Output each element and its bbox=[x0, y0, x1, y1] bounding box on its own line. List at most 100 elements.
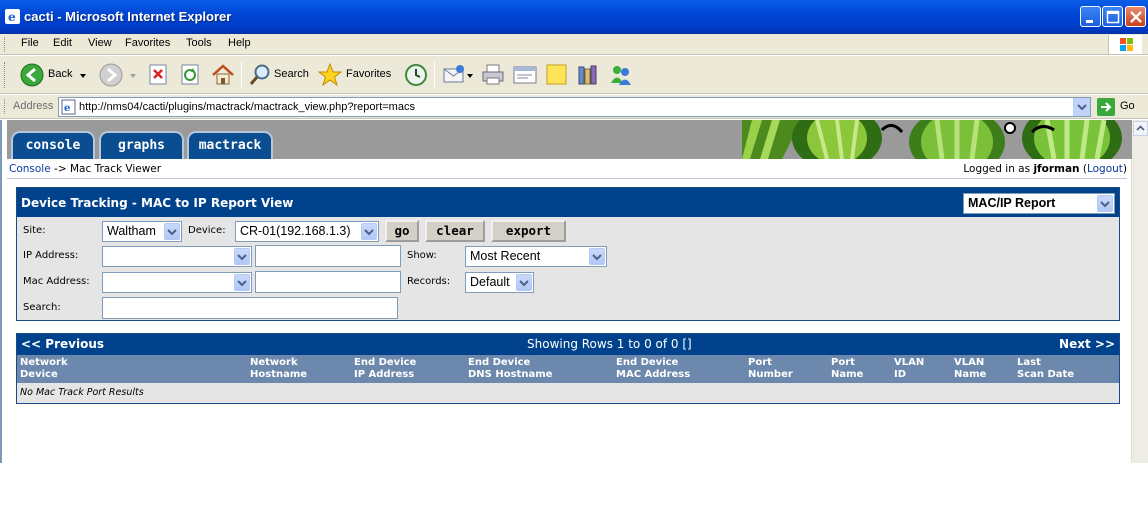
close-window-button[interactable] bbox=[1125, 6, 1146, 27]
menu-view[interactable]: View bbox=[88, 37, 112, 49]
print-button[interactable] bbox=[481, 62, 505, 88]
home-button[interactable] bbox=[211, 62, 235, 88]
device-label: Device: bbox=[188, 225, 226, 236]
ip-match-select[interactable] bbox=[102, 246, 252, 267]
records-label: Records: bbox=[407, 276, 451, 287]
column-label: Port bbox=[748, 357, 772, 368]
results-table: << Previous Showing Rows 1 to 0 of 0 [] … bbox=[16, 333, 1120, 404]
search-icon bbox=[249, 64, 270, 85]
chevron-down-icon bbox=[592, 254, 602, 261]
search-filter-label: Search: bbox=[23, 302, 61, 313]
column-label: ID bbox=[894, 369, 907, 380]
chevron-up-icon bbox=[1136, 125, 1145, 131]
stop-button[interactable] bbox=[148, 62, 170, 88]
login-user: jforman bbox=[1033, 163, 1080, 175]
previous-link[interactable]: << Previous bbox=[21, 337, 104, 351]
discuss-button[interactable] bbox=[545, 62, 569, 88]
logout-link[interactable]: Logout bbox=[1087, 163, 1123, 175]
column-end-device-mac[interactable]: End Device MAC Address bbox=[616, 357, 690, 381]
clear-button[interactable]: clear bbox=[425, 220, 485, 242]
refresh-button[interactable] bbox=[180, 62, 202, 88]
ip-match-dropdown[interactable] bbox=[234, 248, 250, 265]
scroll-up-button[interactable] bbox=[1133, 121, 1148, 136]
column-label: Network bbox=[20, 357, 68, 368]
mac-match-dropdown[interactable] bbox=[234, 274, 250, 291]
minimize-button[interactable] bbox=[1080, 6, 1101, 27]
ip-address-input[interactable] bbox=[255, 245, 401, 267]
chevron-down-icon bbox=[167, 229, 177, 236]
back-button[interactable]: Back bbox=[20, 62, 90, 88]
export-button[interactable]: export bbox=[491, 220, 566, 242]
breadcrumb-bar: Console -> Mac Track Viewer Logged in as… bbox=[7, 160, 1127, 179]
records-select[interactable]: Default bbox=[465, 272, 534, 293]
site-select[interactable]: Waltham bbox=[102, 221, 182, 242]
column-vlan-name[interactable]: VLAN Name bbox=[954, 357, 986, 381]
vertical-scrollbar[interactable] bbox=[1131, 120, 1148, 463]
column-vlan-id[interactable]: VLAN ID bbox=[894, 357, 924, 381]
breadcrumb-console-link[interactable]: Console bbox=[9, 163, 51, 175]
note-icon bbox=[546, 64, 567, 85]
column-label: Last bbox=[1017, 357, 1041, 368]
address-field[interactable]: e http://nms04/cacti/plugins/mactrack/ma… bbox=[58, 97, 1091, 117]
forward-dropdown-icon[interactable] bbox=[130, 72, 138, 80]
chevron-down-icon bbox=[237, 254, 247, 261]
history-button[interactable] bbox=[404, 62, 428, 88]
column-label: IP Address bbox=[354, 369, 415, 380]
stop-icon bbox=[149, 64, 167, 85]
tab-graphs[interactable]: graphs bbox=[99, 131, 184, 159]
menu-help[interactable]: Help bbox=[228, 37, 251, 49]
column-port-number[interactable]: Port Number bbox=[748, 357, 793, 381]
search-button[interactable]: Search bbox=[248, 62, 310, 88]
tab-console[interactable]: console bbox=[11, 131, 95, 159]
report-type-select[interactable]: MAC/IP Report bbox=[963, 193, 1115, 214]
back-dropdown-icon[interactable] bbox=[80, 72, 88, 80]
research-button[interactable] bbox=[576, 62, 600, 88]
column-end-device-ip[interactable]: End Device IP Address bbox=[354, 357, 416, 381]
show-dropdown[interactable] bbox=[589, 248, 605, 265]
menu-tools[interactable]: Tools bbox=[186, 37, 212, 49]
mail-button[interactable] bbox=[442, 62, 474, 88]
forward-button[interactable] bbox=[99, 62, 139, 88]
mac-match-select[interactable] bbox=[102, 272, 252, 293]
svg-text:e: e bbox=[64, 103, 70, 114]
search-label: Search bbox=[274, 68, 309, 80]
go-filter-button[interactable]: go bbox=[385, 220, 419, 242]
tab-mactrack[interactable]: mactrack bbox=[187, 131, 273, 159]
mac-address-input[interactable] bbox=[255, 271, 401, 293]
breadcrumb: Console -> Mac Track Viewer bbox=[9, 163, 161, 175]
address-dropdown-button[interactable] bbox=[1073, 98, 1090, 116]
column-network-hostname[interactable]: Network Hostname bbox=[250, 357, 307, 381]
address-url[interactable]: http://nms04/cacti/plugins/mactrack/mact… bbox=[79, 101, 415, 113]
mail-dropdown-icon[interactable] bbox=[467, 72, 475, 80]
device-select[interactable]: CR-01(192.168.1.3) bbox=[235, 221, 379, 242]
show-select[interactable]: Most Recent bbox=[465, 246, 607, 267]
edit-button[interactable] bbox=[512, 62, 538, 88]
menu-edit[interactable]: Edit bbox=[53, 37, 72, 49]
show-value: Most Recent bbox=[470, 249, 541, 263]
empty-results-message: No Mac Track Port Results bbox=[20, 387, 144, 398]
search-filter-input[interactable] bbox=[102, 297, 398, 319]
records-dropdown[interactable] bbox=[516, 274, 532, 291]
site-dropdown[interactable] bbox=[164, 223, 180, 240]
menu-file[interactable]: File bbox=[21, 37, 39, 49]
window-title-bar: e cacti - Microsoft Internet Explorer bbox=[0, 0, 1148, 34]
column-end-device-dns[interactable]: End Device DNS Hostname bbox=[468, 357, 552, 381]
report-type-dropdown[interactable] bbox=[1097, 195, 1113, 212]
device-value: CR-01(192.168.1.3) bbox=[240, 224, 351, 238]
window-title: cacti - Microsoft Internet Explorer bbox=[24, 9, 232, 24]
printer-icon bbox=[482, 64, 504, 85]
standard-toolbar: Back Search Favorites bbox=[0, 56, 1148, 94]
column-port-name[interactable]: Port Name bbox=[831, 357, 863, 381]
device-dropdown[interactable] bbox=[361, 223, 377, 240]
messenger-button[interactable] bbox=[608, 62, 634, 88]
favorites-button[interactable]: Favorites bbox=[318, 62, 394, 88]
column-network-device[interactable]: Network Device bbox=[20, 357, 68, 381]
maximize-button[interactable] bbox=[1102, 6, 1123, 27]
login-prefix: Logged in as bbox=[963, 163, 1031, 175]
go-button[interactable]: Go bbox=[1097, 98, 1147, 116]
menu-favorites[interactable]: Favorites bbox=[125, 37, 170, 49]
column-last-scan-date[interactable]: Last Scan Date bbox=[1017, 357, 1074, 381]
go-label: Go bbox=[1120, 100, 1135, 112]
next-link[interactable]: Next >> bbox=[1059, 337, 1115, 351]
mail-icon bbox=[443, 65, 464, 83]
